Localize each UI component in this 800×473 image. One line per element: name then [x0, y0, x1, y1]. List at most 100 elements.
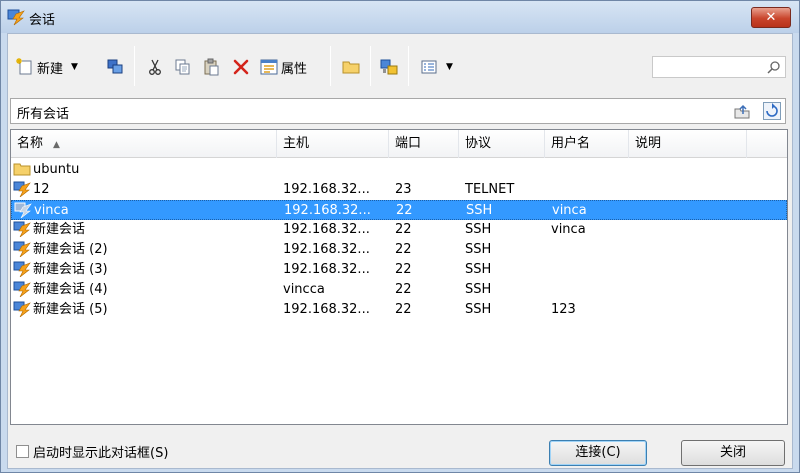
copy-button[interactable]: [174, 54, 192, 80]
session-list[interactable]: 名称 ▲ 主机 端口 协议 用户名 说明 ubuntu 12 192.168.3…: [10, 129, 788, 425]
sort-ascending-icon: ▲: [53, 140, 60, 150]
session-path-bar[interactable]: 所有会话: [10, 98, 786, 124]
new-session-button[interactable]: 新建 ▼: [16, 54, 78, 80]
cut-button[interactable]: [146, 54, 164, 80]
sync-icon: [766, 103, 778, 117]
toolbar-separator: [330, 46, 331, 86]
column-header-port[interactable]: 端口: [389, 130, 459, 158]
session-icon: [13, 241, 31, 257]
checkbox-box[interactable]: [16, 445, 29, 458]
session-icon: [13, 181, 31, 197]
session-name: 新建会话: [33, 222, 86, 237]
session-group-icon: [380, 59, 398, 75]
new-folder-button[interactable]: [342, 54, 360, 80]
session-row[interactable]: 12 192.168.32... 23 TELNET: [11, 180, 787, 200]
session-row[interactable]: 新建会话 192.168.32... 22 SSH vinca: [11, 220, 787, 240]
session-protocol: SSH: [465, 262, 492, 277]
toolbar-separator: [370, 46, 371, 86]
session-user: vinca: [551, 222, 586, 237]
session-port: 22: [395, 262, 412, 277]
column-name-label: 名称: [17, 136, 44, 151]
session-icon: [13, 301, 31, 317]
show-at-startup-label: 启动时显示此对话框(S): [33, 446, 169, 461]
session-list-header: 名称 ▲ 主机 端口 协议 用户名 说明: [11, 130, 787, 158]
session-row-selected[interactable]: vinca 192.168.32... 22 SSH vinca: [11, 200, 787, 220]
session-group-button[interactable]: [380, 54, 398, 80]
properties-icon: [260, 59, 278, 75]
session-protocol: SSH: [466, 203, 493, 218]
session-host: 192.168.32...: [283, 242, 370, 257]
close-button[interactable]: 关闭: [681, 440, 785, 466]
session-host: 192.168.32...: [284, 203, 371, 218]
view-dropdown-arrow-icon[interactable]: ▼: [446, 62, 453, 72]
folder-icon: [13, 163, 31, 176]
session-name: 12: [33, 182, 50, 197]
session-icon: [13, 281, 31, 297]
delete-button[interactable]: [232, 54, 250, 80]
paste-icon: [204, 58, 219, 76]
column-protocol-label: 协议: [465, 136, 492, 151]
connect-icon: [107, 59, 123, 74]
current-path: 所有会话: [17, 107, 70, 122]
search-input[interactable]: [652, 56, 786, 78]
connect-button-main[interactable]: 连接(C): [549, 440, 647, 466]
new-session-icon: [16, 58, 32, 75]
toolbar-separator: [134, 46, 135, 86]
column-header-desc[interactable]: 说明: [629, 130, 747, 158]
new-session-label: 新建: [37, 61, 64, 77]
session-icon: [14, 202, 32, 218]
session-name: ubuntu: [33, 162, 80, 177]
session-name: 新建会话 (2): [33, 242, 108, 257]
session-host: 192.168.32...: [283, 182, 370, 197]
column-header-host[interactable]: 主机: [277, 130, 389, 158]
column-host-label: 主机: [283, 136, 310, 151]
session-name: 新建会话 (4): [33, 282, 108, 297]
delete-icon: [233, 59, 249, 75]
session-host: 192.168.32...: [283, 302, 370, 317]
session-port: 22: [395, 282, 412, 297]
column-user-label: 用户名: [551, 136, 591, 151]
title-bar[interactable]: 会话 ✕: [1, 1, 799, 33]
column-header-user[interactable]: 用户名: [545, 130, 629, 158]
toolbar: 新建 ▼ 属性 ▼: [8, 34, 792, 100]
session-name: 新建会话 (3): [33, 262, 108, 277]
sync-button[interactable]: [763, 102, 781, 120]
copy-icon: [175, 59, 190, 75]
session-row[interactable]: 新建会话 (2) 192.168.32... 22 SSH: [11, 240, 787, 260]
cut-icon: [149, 59, 161, 75]
column-header-name[interactable]: 名称 ▲: [11, 130, 277, 158]
session-name: vinca: [34, 203, 69, 218]
session-host: 192.168.32...: [283, 262, 370, 277]
session-host: 192.168.32...: [283, 222, 370, 237]
new-dropdown-arrow-icon[interactable]: ▼: [71, 62, 78, 72]
session-protocol: SSH: [465, 282, 492, 297]
session-row[interactable]: 新建会话 (5) 192.168.32... 22 SSH 123: [11, 300, 787, 320]
up-folder-icon[interactable]: [733, 103, 753, 121]
session-protocol: SSH: [465, 302, 492, 317]
session-protocol: SSH: [465, 222, 492, 237]
session-app-icon: [7, 9, 25, 26]
connect-button[interactable]: [106, 54, 124, 80]
session-port: 22: [395, 222, 412, 237]
session-user: vinca: [552, 203, 587, 218]
session-host: vincca: [283, 282, 325, 297]
session-row[interactable]: 新建会话 (3) 192.168.32... 22 SSH: [11, 260, 787, 280]
properties-button[interactable]: 属性: [260, 54, 307, 80]
session-row[interactable]: 新建会话 (4) vincca 22 SSH: [11, 280, 787, 300]
column-port-label: 端口: [395, 136, 422, 151]
session-port: 22: [395, 242, 412, 257]
search-icon: [767, 61, 780, 74]
properties-label: 属性: [281, 61, 308, 77]
session-port: 23: [395, 182, 412, 197]
view-button[interactable]: ▼: [420, 54, 453, 80]
session-protocol: TELNET: [465, 182, 515, 197]
show-at-startup-checkbox[interactable]: 启动时显示此对话框(S): [16, 442, 168, 461]
paste-button[interactable]: [202, 54, 220, 80]
sessions-dialog: 会话 ✕ 新建 ▼ 属性 ▼ 所有会话 名称 ▲ 主机 端口 协议 用户名 说明…: [0, 0, 800, 473]
column-desc-label: 说明: [635, 136, 662, 151]
session-row-folder[interactable]: ubuntu: [11, 160, 787, 180]
window-close-button[interactable]: ✕: [751, 7, 791, 28]
toolbar-separator: [408, 46, 409, 86]
session-icon: [13, 221, 31, 237]
column-header-protocol[interactable]: 协议: [459, 130, 545, 158]
